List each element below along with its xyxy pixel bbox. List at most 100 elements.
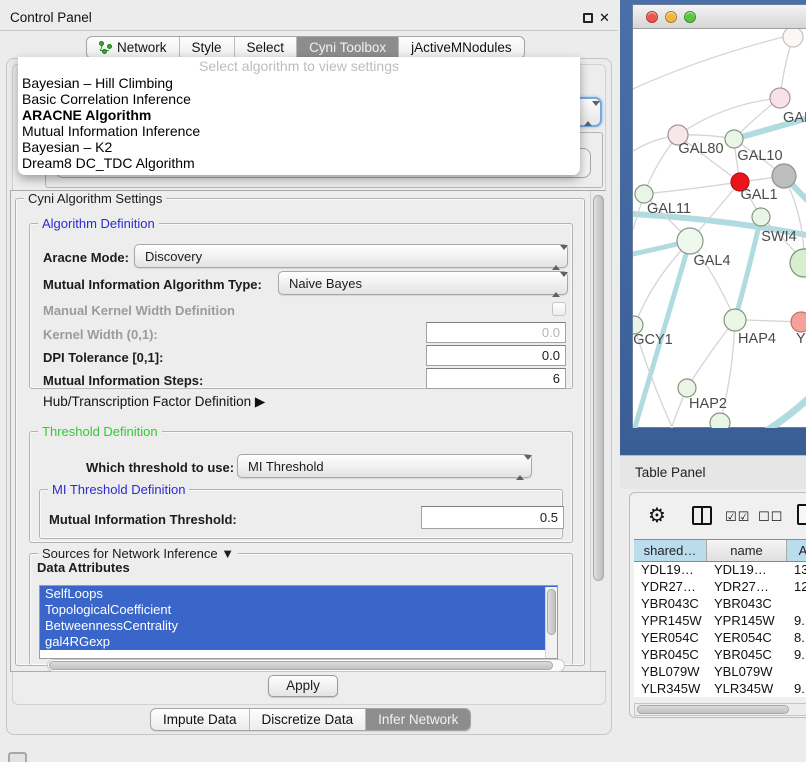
node-attribute-table[interactable]: shared…nameAYDL19…YDL19…13YDR27…YDR27…12… — [634, 539, 806, 697]
network-desktop: GALGAL80GAL10GAL1GAL11SWI4GAL4GCY1HAP4YH… — [620, 0, 806, 455]
algorithm-option[interactable]: Bayesian – K2 — [18, 139, 580, 155]
close-icon[interactable]: ✕ — [599, 10, 610, 26]
combo-stepper-icon — [552, 250, 561, 265]
table-cell: YPR145W — [707, 613, 787, 630]
select-all-icon[interactable]: ☑☑ — [725, 509, 750, 525]
mac-minimize-icon[interactable] — [665, 11, 677, 23]
table-cell: 9. — [787, 613, 806, 630]
algorithm-dropdown-popup: Select algorithm to view settings Bayesi… — [18, 57, 580, 175]
table-cell — [787, 596, 806, 613]
network-node-y[interactable] — [791, 312, 806, 332]
network-node[interactable] — [783, 29, 803, 47]
table-cell: YDR27… — [634, 579, 707, 596]
tab-infer-network[interactable]: Infer Network — [365, 709, 470, 730]
which-threshold-label: Which threshold to use: — [86, 460, 234, 475]
table-row[interactable]: YER054CYER054C8. — [634, 630, 806, 647]
network-node-gal4[interactable] — [677, 228, 703, 254]
column-header[interactable]: A — [787, 540, 806, 561]
table-row[interactable]: YPR145WYPR145W9. — [634, 613, 806, 630]
node-label: Y — [796, 331, 806, 347]
attribute-item[interactable]: gal4RGexp — [40, 634, 557, 650]
mi-steps-label: Mutual Information Steps: — [43, 373, 203, 388]
attribute-item[interactable]: SelfLoops — [40, 586, 557, 602]
network-window-titlebar[interactable] — [633, 5, 806, 29]
table-cell: 13 — [787, 562, 806, 579]
control-panel-title: Control Panel — [10, 10, 92, 25]
mi-type-combo[interactable]: Naive Bayes — [278, 271, 568, 295]
float-window-icon[interactable] — [583, 13, 593, 23]
tab-cyni-toolbox[interactable]: Cyni Toolbox — [296, 37, 398, 58]
tab-discretize-data[interactable]: Discretize Data — [249, 709, 366, 730]
network-node-swi4[interactable] — [752, 208, 770, 226]
which-threshold-combo[interactable]: MI Threshold — [237, 454, 532, 478]
mac-close-icon[interactable] — [646, 11, 658, 23]
network-node-gal[interactable] — [770, 88, 790, 108]
file-icon[interactable] — [797, 504, 806, 525]
aracne-mode-combo[interactable]: Discovery — [134, 244, 568, 268]
network-canvas[interactable]: GALGAL80GAL10GAL1GAL11SWI4GAL4GCY1HAP4YH… — [633, 29, 806, 428]
data-attributes-list[interactable]: SelfLoopsTopologicalCoefficientBetweenne… — [39, 585, 558, 659]
table-row[interactable]: YBR045CYBR045C9. — [634, 647, 806, 664]
node-label: GAL80 — [678, 141, 723, 157]
table-row[interactable]: YLR345WYLR345W9. — [634, 681, 806, 697]
table-row[interactable]: YBL079WYBL079W — [634, 664, 806, 681]
algorithm-option[interactable]: Mutual Information Inference — [18, 123, 580, 139]
network-window[interactable]: GALGAL80GAL10GAL1GAL11SWI4GAL4GCY1HAP4YH… — [632, 4, 806, 428]
deselect-all-icon[interactable]: ☐☐ — [758, 509, 783, 525]
table-row[interactable]: YBR043CYBR043C — [634, 596, 806, 613]
table-row[interactable]: YDL19…YDL19…13 — [634, 562, 806, 579]
mac-zoom-icon[interactable] — [684, 11, 696, 23]
column-browser-icon[interactable] — [692, 506, 712, 525]
manual-kernel-checkbox[interactable] — [552, 302, 566, 316]
tab-select[interactable]: Select — [234, 37, 297, 58]
table-cell: YBL079W — [707, 664, 787, 681]
table-row[interactable]: YDR27…YDR27…12 — [634, 579, 806, 596]
kernel-width-field[interactable]: 0.0 — [426, 322, 566, 343]
algorithm-option[interactable]: Basic Correlation Inference — [18, 91, 580, 107]
tab-jactivemnodules[interactable]: jActiveMNodules — [398, 37, 524, 58]
node-label: GAL11 — [647, 201, 691, 217]
attributes-scrollbar[interactable] — [545, 587, 557, 658]
sources-title[interactable]: Sources for Network Inference ▼ — [38, 546, 238, 561]
mi-threshold-label: Mutual Information Threshold: — [49, 512, 237, 527]
network-node-hap4[interactable] — [724, 309, 746, 331]
network-node[interactable] — [710, 413, 730, 428]
mi-type-label: Mutual Information Algorithm Type: — [43, 277, 262, 292]
settings-vscrollbar[interactable] — [590, 191, 606, 671]
table-cell: YLR345W — [634, 681, 707, 697]
threshold-definition-title: Threshold Definition — [38, 424, 162, 439]
network-node[interactable] — [790, 249, 806, 277]
mi-threshold-field[interactable]: 0.5 — [421, 506, 564, 529]
control-panel-titlebar: Control Panel ✕ — [0, 4, 618, 31]
column-header[interactable]: shared… — [634, 540, 707, 561]
algorithm-definition-title: Algorithm Definition — [38, 216, 159, 231]
dpi-tolerance-field[interactable]: 0.0 — [426, 345, 566, 366]
network-node[interactable] — [772, 164, 796, 188]
network-node-gal10[interactable] — [725, 130, 743, 148]
tab-impute-data[interactable]: Impute Data — [151, 709, 249, 730]
apply-button[interactable]: Apply — [268, 675, 338, 697]
table-cell: 12 — [787, 579, 806, 596]
float-panel-icon[interactable] — [8, 752, 27, 762]
attribute-item[interactable]: TopologicalCoefficient — [40, 602, 557, 618]
settings-scrollpane: Cyni Algorithm Settings Algorithm Defini… — [10, 190, 606, 672]
control-panel-tab-bar: NetworkStyleSelectCyni ToolboxjActiveMNo… — [86, 36, 525, 59]
table-hscrollbar[interactable] — [634, 703, 806, 716]
settings-hscrollbar[interactable] — [47, 659, 565, 672]
tab-network[interactable]: Network — [87, 37, 179, 58]
column-header[interactable]: name — [707, 540, 787, 561]
attribute-item[interactable]: BetweennessCentrality — [40, 618, 557, 634]
tab-style[interactable]: Style — [179, 37, 234, 58]
node-label: HAP4 — [738, 331, 776, 347]
algorithm-option[interactable]: Dream8 DC_TDC Algorithm — [18, 155, 580, 171]
table-cell: 9. — [787, 647, 806, 664]
gear-icon[interactable]: ⚙ — [648, 503, 666, 528]
mi-steps-field[interactable]: 6 — [426, 368, 566, 389]
hub-definition-toggle[interactable]: Hub/Transcription Factor Definition ▶ — [43, 394, 265, 410]
table-cell: YBR045C — [707, 647, 787, 664]
algorithm-option[interactable]: ARACNE Algorithm — [18, 107, 580, 123]
table-cell: 9. — [787, 681, 806, 697]
table-cell: YBR045C — [634, 647, 707, 664]
network-node-hap2[interactable] — [678, 379, 696, 397]
algorithm-option[interactable]: Bayesian – Hill Climbing — [18, 75, 580, 91]
